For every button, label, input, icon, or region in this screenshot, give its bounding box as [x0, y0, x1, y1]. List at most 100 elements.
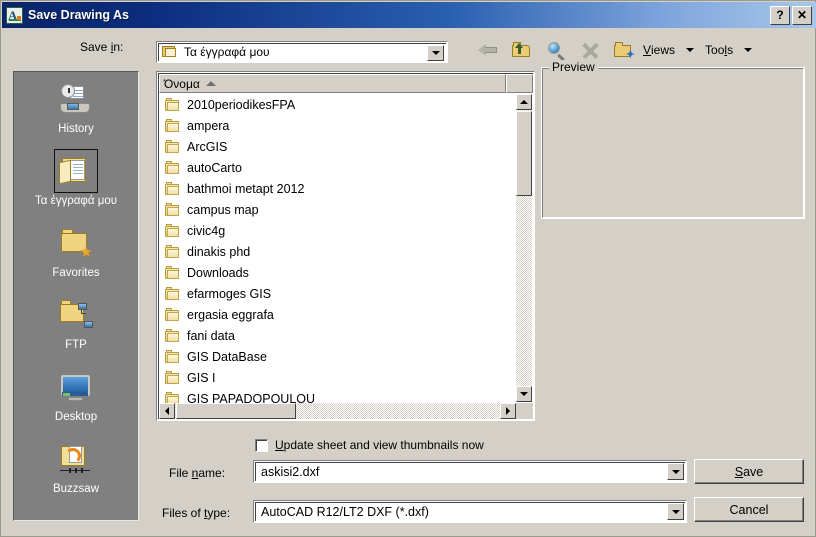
files-of-type-value: AutoCAD R12/LT2 DXF (*.dxf): [261, 505, 429, 519]
tools-menu[interactable]: Too l s: [703, 37, 735, 63]
folder-icon: [165, 371, 180, 384]
file-list-item[interactable]: civic4g: [159, 220, 533, 241]
sidebar-item-ftp[interactable]: FTP: [14, 292, 138, 364]
file-list-item-label: GIS DataBase: [187, 349, 267, 364]
views-menu[interactable]: Views: [641, 37, 677, 63]
folder-icon: [165, 98, 180, 111]
folder-open-icon: [162, 45, 177, 59]
sidebar-item-my-documents[interactable]: Τα έγγραφά μου: [14, 148, 138, 220]
file-list-item-label: fani data: [187, 328, 235, 343]
save-button[interactable]: Save: [694, 459, 804, 484]
file-list-item[interactable]: fani data: [159, 325, 533, 346]
title-bar-buttons: ? ✕: [770, 5, 812, 25]
folder-icon: [165, 224, 180, 237]
sidebar-item-label: Buzzsaw: [52, 483, 100, 495]
up-one-level-icon[interactable]: [505, 37, 539, 63]
folder-icon: [165, 245, 180, 258]
preview-groupbox: [541, 67, 805, 219]
file-list-column-headers: Όνομα: [159, 74, 533, 93]
views-chevron-down-icon[interactable]: [677, 37, 703, 63]
cancel-button-label: Cancel: [729, 502, 769, 517]
file-list-item-label: bathmoi metapt 2012: [187, 181, 305, 196]
file-name-combobox[interactable]: askisi2.dxf: [253, 460, 687, 483]
file-list-item[interactable]: ampera: [159, 115, 533, 136]
update-thumbnails-row: Update sheet and view thumbnails now: [255, 438, 484, 452]
files-of-type-combobox[interactable]: AutoCAD R12/LT2 DXF (*.dxf): [253, 500, 687, 523]
scroll-up-button[interactable]: [516, 94, 532, 110]
update-thumbnails-label[interactable]: Update sheet and view thumbnails now: [275, 438, 484, 452]
save-drawing-as-dialog: A Save Drawing As ? ✕ Save in: Τα έγγραφ…: [0, 0, 816, 537]
file-list-item-label: civic4g: [187, 223, 226, 238]
folder-icon: [165, 266, 180, 279]
new-folder-icon[interactable]: ✦: [607, 37, 641, 63]
save-in-value: Τα έγγραφά μου: [184, 45, 270, 59]
sidebar-item-label: FTP: [65, 339, 87, 351]
file-list-item[interactable]: ArcGIS: [159, 136, 533, 157]
folder-icon: [165, 287, 180, 300]
horizontal-scrollbar-thumb[interactable]: [176, 403, 296, 419]
back-icon[interactable]: [471, 37, 505, 63]
file-list-item[interactable]: ergasia eggrafa: [159, 304, 533, 325]
folder-icon: [165, 329, 180, 342]
file-list-item[interactable]: autoCarto: [159, 157, 533, 178]
desktop-icon: [54, 365, 98, 409]
save-in-combobox[interactable]: Τα έγγραφά μου: [156, 41, 448, 63]
favorites-icon: ★: [54, 221, 98, 265]
file-list-item[interactable]: campus map: [159, 199, 533, 220]
folder-icon: [165, 119, 180, 132]
folder-icon: [165, 182, 180, 195]
sidebar-item-buzzsaw[interactable]: Buzzsaw: [14, 436, 138, 508]
title-bar: A Save Drawing As ? ✕: [2, 2, 816, 28]
window-title: Save Drawing As: [28, 8, 129, 22]
history-icon: [54, 77, 98, 121]
places-bar: History Τα έγγραφά μου ★ Favorites FTP D…: [13, 71, 139, 521]
preview-label: Preview: [549, 60, 598, 74]
file-list-rows[interactable]: 2010periodikesFPA ampera ArcGIS autoCarto ba…: [159, 94, 533, 419]
file-list-item-label: ergasia eggrafa: [187, 307, 274, 322]
buzzsaw-icon: [54, 437, 98, 481]
file-list-item[interactable]: 2010periodikesFPA: [159, 94, 533, 115]
dialog-toolbar: ✦ Views Too l s: [471, 37, 761, 63]
file-name-input[interactable]: askisi2.dxf: [255, 462, 685, 481]
file-list-item[interactable]: Downloads: [159, 262, 533, 283]
file-list-vertical-scrollbar[interactable]: [516, 94, 532, 402]
sort-ascending-icon: [205, 81, 216, 86]
file-list-item[interactable]: bathmoi metapt 2012: [159, 178, 533, 199]
file-name-value: askisi2.dxf: [261, 465, 320, 479]
autocad-icon: A: [6, 6, 23, 24]
my-documents-icon: [54, 149, 98, 193]
scroll-left-button[interactable]: [159, 403, 175, 419]
sidebar-item-label: Favorites: [52, 267, 100, 279]
scroll-right-button[interactable]: [500, 403, 516, 419]
files-of-type-label: Files of type:: [162, 506, 231, 520]
chevron-down-icon[interactable]: [427, 45, 444, 61]
ftp-icon: [54, 293, 98, 337]
close-button[interactable]: ✕: [792, 5, 812, 25]
vertical-scrollbar-thumb[interactable]: [516, 111, 532, 196]
sidebar-item-history[interactable]: History: [14, 76, 138, 148]
files-of-type-select[interactable]: AutoCAD R12/LT2 DXF (*.dxf): [255, 502, 685, 521]
file-list-item-label: dinakis phd: [187, 244, 251, 259]
scroll-down-button[interactable]: [516, 386, 532, 402]
preview-frame: [542, 68, 804, 218]
file-list-horizontal-scrollbar[interactable]: [159, 403, 516, 419]
file-list-item[interactable]: GIS I: [159, 367, 533, 388]
sidebar-item-desktop[interactable]: Desktop: [14, 364, 138, 436]
sidebar-item-favorites[interactable]: ★ Favorites: [14, 220, 138, 292]
files-of-type-chevron-down-icon[interactable]: [667, 503, 684, 520]
file-list-item[interactable]: dinakis phd: [159, 241, 533, 262]
file-list-item-label: efarmoges GIS: [187, 286, 272, 301]
sidebar-item-label: Desktop: [54, 411, 98, 423]
tools-chevron-down-icon[interactable]: [735, 37, 761, 63]
cancel-button[interactable]: Cancel: [694, 497, 804, 522]
file-list-item[interactable]: GIS DataBase: [159, 346, 533, 367]
sidebar-item-label: History: [58, 123, 94, 135]
column-header-name[interactable]: Όνομα: [159, 74, 506, 93]
file-list-item[interactable]: efarmoges GIS: [159, 283, 533, 304]
file-name-chevron-down-icon[interactable]: [667, 463, 684, 480]
help-button[interactable]: ?: [770, 5, 790, 25]
file-name-label: File name:: [169, 466, 226, 480]
update-thumbnails-checkbox[interactable]: [255, 438, 268, 452]
column-header-filler: [506, 74, 533, 93]
folder-icon: [165, 308, 180, 321]
